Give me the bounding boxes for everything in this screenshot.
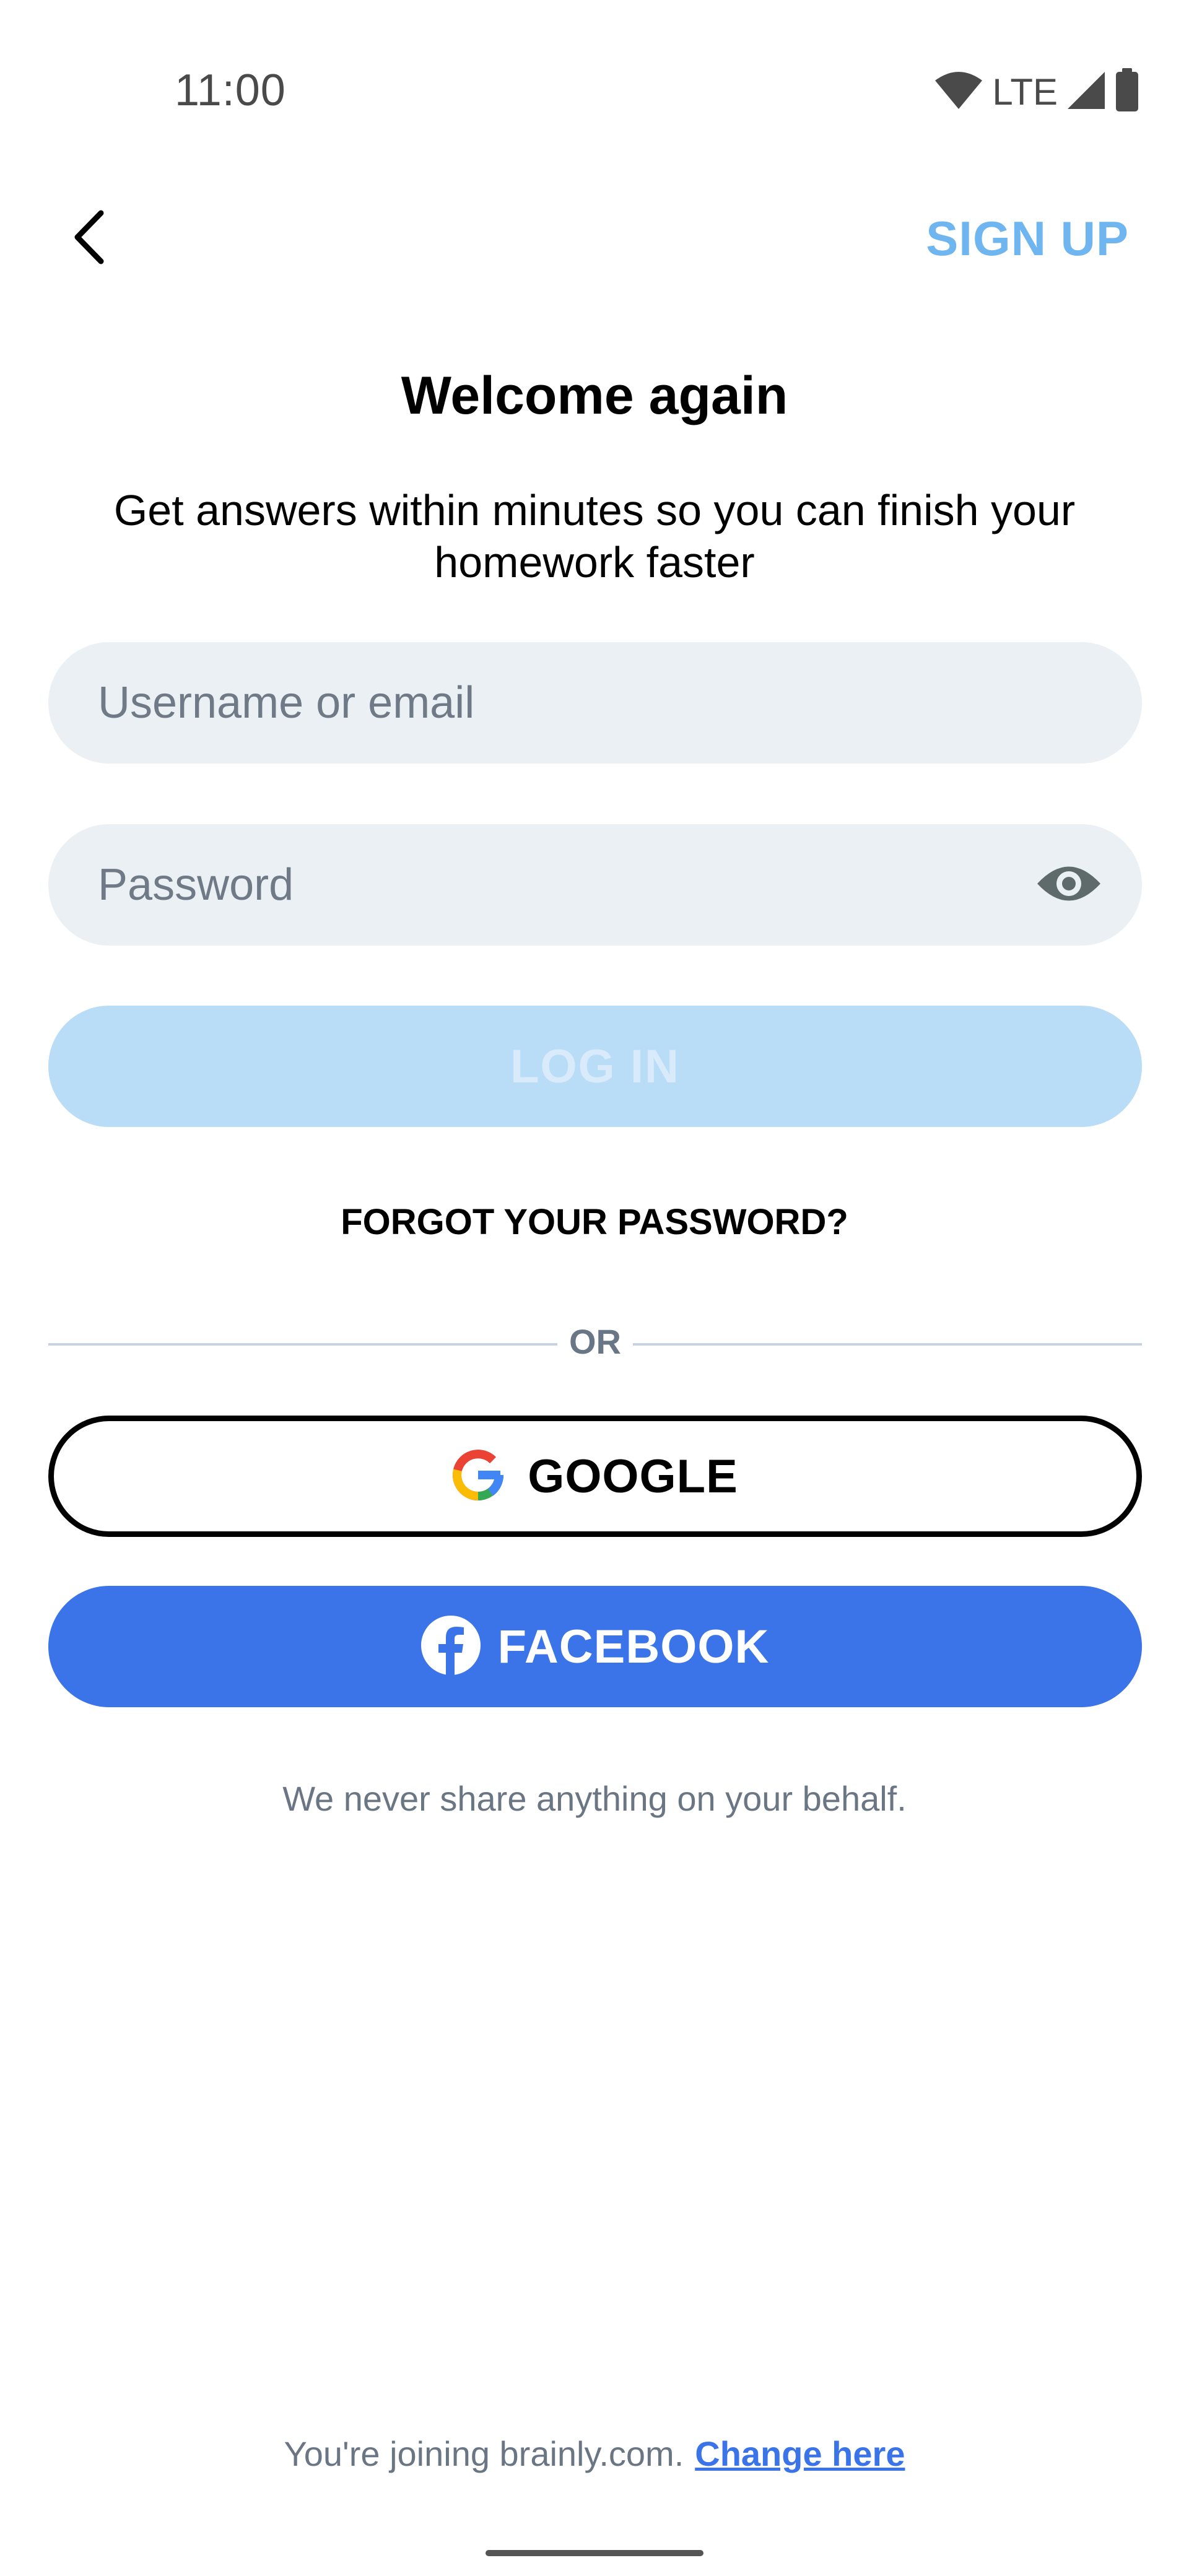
back-button[interactable] [56,204,124,272]
password-placeholder: Password [98,860,294,910]
status-icons: LTE [934,67,1139,116]
password-input[interactable]: Password [48,824,1142,946]
battery-icon [1115,67,1139,116]
forgot-password-link[interactable]: FORGOT YOUR PASSWORD? [0,1201,1189,1243]
google-button-label: GOOGLE [528,1450,738,1503]
facebook-logo-icon [420,1615,481,1678]
divider-line-right [633,1343,1142,1346]
status-time: 11:00 [175,66,286,115]
network-type-label: LTE [992,71,1058,113]
footer: You're joining brainly.com. Change here [0,2434,1189,2474]
sign-up-link[interactable]: SIGN UP [926,211,1129,267]
google-logo-icon [452,1449,504,1504]
login-button[interactable]: LOG IN [48,1006,1142,1127]
facebook-login-button[interactable]: FACEBOOK [48,1586,1142,1707]
change-domain-link[interactable]: Change here [695,2434,905,2473]
or-divider: OR [48,1319,1142,1368]
username-placeholder: Username or email [98,678,475,728]
page-subtitle: Get answers within minutes so you can fi… [113,486,1076,586]
google-login-button[interactable]: GOOGLE [48,1416,1142,1537]
header: SIGN UP [0,186,1189,291]
eye-icon [1035,861,1103,910]
username-input[interactable]: Username or email [48,642,1142,764]
joining-text: You're joining brainly.com. [284,2434,684,2473]
divider-label: OR [569,1322,621,1361]
chevron-left-icon [71,209,108,268]
page-title: Welcome again [401,366,788,425]
wifi-icon [934,71,983,113]
facebook-button-label: FACEBOOK [497,1620,770,1673]
cellular-signal-icon [1066,71,1106,113]
home-indicator[interactable] [486,2550,703,2556]
privacy-note: We never share anything on your behalf. [282,1779,907,1818]
show-password-toggle[interactable] [1033,854,1105,916]
status-bar: 11:00 LTE [0,0,1189,186]
